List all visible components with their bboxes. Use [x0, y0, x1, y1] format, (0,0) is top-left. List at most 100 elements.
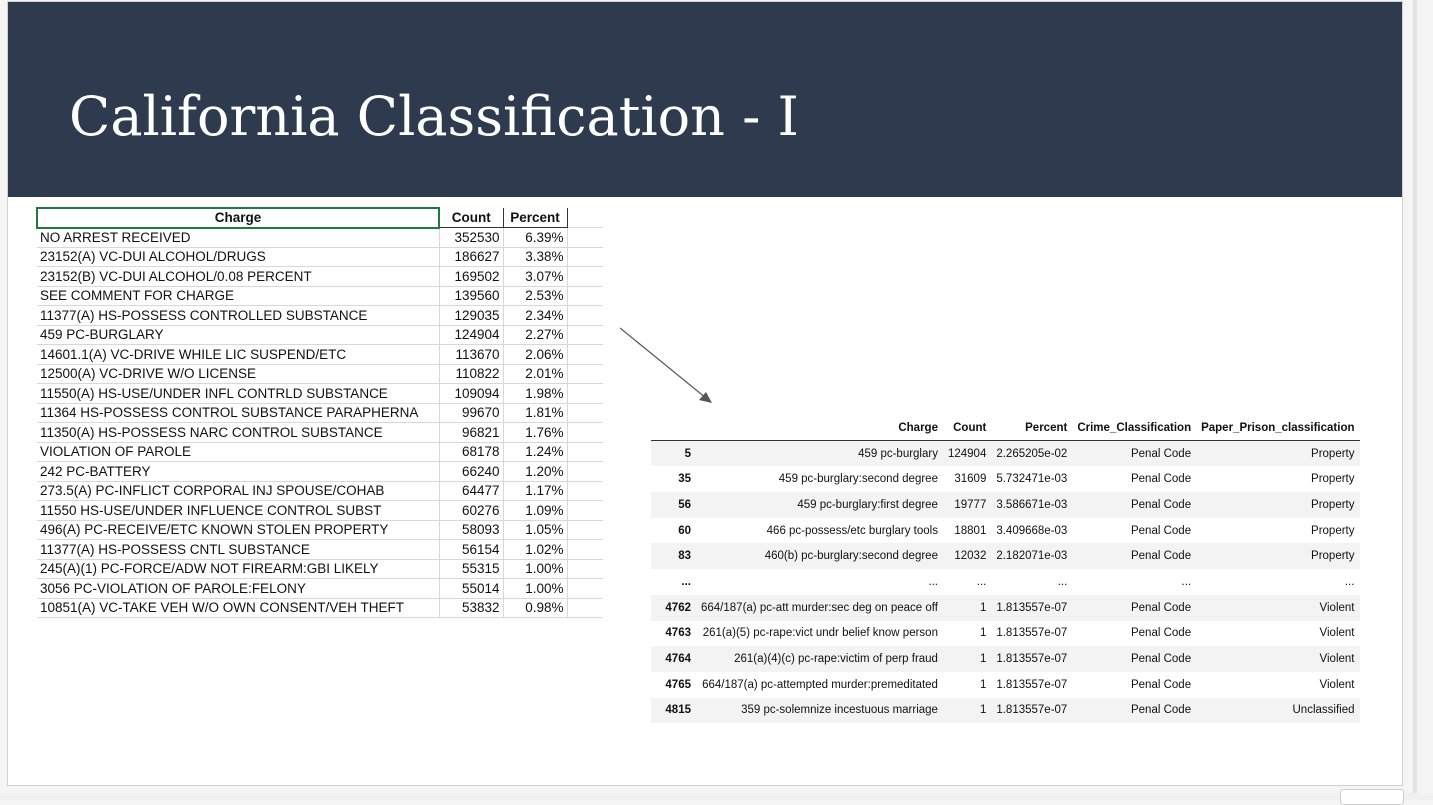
excel-cell-percent[interactable]: 1.20% [503, 461, 568, 482]
pandas-cell-percent: 1.813557e-07 [996, 653, 1068, 666]
excel-cell-count[interactable]: 169502 [439, 266, 504, 287]
excel-cell-charge[interactable]: 11550 HS-USE/UNDER INFLUENCE CONTROL SUB… [37, 500, 440, 521]
excel-cell-percent[interactable]: 1.00% [503, 559, 568, 579]
bottom-toolbar [0, 793, 1433, 800]
excel-cell-count[interactable]: 66240 [439, 461, 504, 482]
pandas-cell-crime-classification: ... [1181, 575, 1192, 588]
pandas-header-paper-prison-classification: Paper_Prison_classification [1196, 415, 1360, 442]
excel-cell-percent[interactable]: 0.98% [503, 598, 568, 618]
excel-cell-count[interactable]: 186627 [439, 247, 504, 267]
excel-empty-cell[interactable] [567, 305, 603, 326]
excel-empty-cell[interactable] [567, 383, 603, 404]
excel-cell-charge[interactable]: 242 PC-BATTERY [37, 461, 440, 482]
excel-cell-count[interactable]: 99670 [439, 403, 504, 423]
excel-empty-cell[interactable] [567, 344, 603, 365]
excel-cell-charge[interactable]: 10851(A) VC-TAKE VEH W/O OWN CONSENT/VEH… [37, 598, 440, 618]
excel-cell-percent[interactable]: 1.17% [503, 481, 568, 501]
excel-table-row: VIOLATION OF PAROLE 68178 1.24% [37, 442, 603, 462]
pandas-cell-charge: 459 pc-burglary:first degree [797, 498, 938, 511]
excel-cell-charge[interactable]: NO ARREST RECEIVED [37, 227, 440, 248]
excel-cell-percent[interactable]: 3.07% [503, 266, 568, 287]
excel-cell-count[interactable]: 124904 [439, 325, 504, 345]
pandas-cell-crime-classification: Penal Code [1130, 653, 1192, 666]
excel-table-row: 245(A)(1) PC-FORCE/ADW NOT FIREARM:GBI L… [37, 559, 603, 579]
excel-cell-count[interactable]: 56154 [439, 539, 504, 560]
pandas-table-row: .................. [651, 569, 1360, 595]
pandas-cell-percent: ... [1057, 575, 1068, 588]
excel-cell-count[interactable]: 110822 [439, 364, 504, 384]
excel-empty-cell[interactable] [567, 500, 603, 521]
excel-empty-cell[interactable] [567, 364, 603, 384]
excel-empty-cell[interactable] [567, 422, 603, 443]
excel-cell-percent[interactable]: 2.06% [503, 344, 568, 365]
excel-cell-percent[interactable]: 1.02% [503, 539, 568, 560]
excel-empty-cell[interactable] [567, 247, 603, 267]
excel-empty-cell[interactable] [567, 403, 603, 423]
excel-cell-charge[interactable]: VIOLATION OF PAROLE [37, 442, 440, 462]
pandas-cell-crime-classification: Penal Code [1130, 627, 1192, 640]
excel-cell-percent[interactable]: 1.24% [503, 442, 568, 462]
excel-cell-charge[interactable]: 23152(A) VC-DUI ALCOHOL/DRUGS [37, 247, 440, 267]
excel-cell-charge[interactable]: 14601.1(A) VC-DRIVE WHILE LIC SUSPEND/ET… [37, 344, 440, 365]
excel-empty-cell[interactable] [567, 461, 603, 482]
excel-empty-cell[interactable] [567, 325, 603, 345]
excel-empty-cell[interactable] [567, 559, 603, 579]
excel-cell-charge[interactable]: 11377(A) HS-POSSESS CNTL SUBSTANCE [37, 539, 440, 560]
excel-cell-percent[interactable]: 2.34% [503, 305, 568, 326]
excel-cell-percent[interactable]: 2.27% [503, 325, 568, 345]
pandas-cell-charge: 459 pc-burglary:second degree [778, 473, 938, 486]
excel-cell-count[interactable]: 64477 [439, 481, 504, 501]
excel-cell-charge[interactable]: 273.5(A) PC-INFLICT CORPORAL INJ SPOUSE/… [37, 481, 440, 501]
excel-cell-percent[interactable]: 1.98% [503, 383, 568, 404]
excel-cell-charge[interactable]: 459 PC-BURGLARY [37, 325, 440, 345]
excel-cell-charge[interactable]: 23152(B) VC-DUI ALCOHOL/0.08 PERCENT [37, 266, 440, 287]
excel-cell-count[interactable]: 109094 [439, 383, 504, 404]
excel-cell-percent[interactable]: 1.00% [503, 578, 568, 599]
excel-header-percent[interactable]: Percent [503, 208, 568, 228]
excel-empty-cell[interactable] [567, 442, 603, 462]
excel-cell-percent[interactable]: 2.53% [503, 286, 568, 306]
excel-table-row: 12500(A) VC-DRIVE W/O LICENSE 110822 2.01% [37, 364, 603, 384]
excel-cell-count[interactable]: 139560 [439, 286, 504, 306]
excel-empty-cell[interactable] [567, 598, 603, 618]
excel-cell-count[interactable]: 352530 [439, 227, 504, 248]
arrow-down-right-icon [620, 327, 712, 403]
excel-empty-cell[interactable] [567, 481, 603, 501]
excel-cell-charge[interactable]: 11550(A) HS-USE/UNDER INFL CONTRLD SUBST… [37, 383, 440, 404]
vertical-scrollbar[interactable] [1413, 0, 1417, 800]
excel-cell-percent[interactable]: 1.76% [503, 422, 568, 443]
excel-empty-cell[interactable] [567, 539, 603, 560]
excel-cell-percent[interactable]: 1.81% [503, 403, 568, 423]
excel-cell-percent[interactable]: 3.38% [503, 247, 568, 267]
excel-cell-charge[interactable]: 496(A) PC-RECEIVE/ETC KNOWN STOLEN PROPE… [37, 520, 440, 540]
excel-cell-count[interactable]: 68178 [439, 442, 504, 462]
excel-cell-charge[interactable]: 11377(A) HS-POSSESS CONTROLLED SUBSTANCE [37, 305, 440, 326]
corner-button[interactable] [1340, 789, 1404, 805]
excel-empty-cell[interactable] [567, 520, 603, 540]
excel-cell-charge[interactable]: 3056 PC-VIOLATION OF PAROLE:FELONY [37, 578, 440, 599]
excel-cell-percent[interactable]: 2.01% [503, 364, 568, 384]
excel-cell-count[interactable]: 53832 [439, 598, 504, 618]
excel-cell-charge[interactable]: 12500(A) VC-DRIVE W/O LICENSE [37, 364, 440, 384]
excel-cell-count[interactable]: 129035 [439, 305, 504, 326]
excel-cell-percent[interactable]: 6.39% [503, 227, 568, 248]
excel-header-charge[interactable]: Charge [36, 207, 440, 229]
excel-cell-percent[interactable]: 1.09% [503, 500, 568, 521]
excel-cell-charge[interactable]: 11364 HS-POSSESS CONTROL SUBSTANCE PARAP… [37, 403, 440, 423]
excel-cell-percent[interactable]: 1.05% [503, 520, 568, 540]
excel-cell-count[interactable]: 55014 [439, 578, 504, 599]
excel-empty-cell[interactable] [567, 286, 603, 306]
excel-cell-count[interactable]: 113670 [439, 344, 504, 365]
excel-cell-count[interactable]: 96821 [439, 422, 504, 443]
excel-cell-count[interactable]: 58093 [439, 520, 504, 540]
excel-cell-charge[interactable]: 11350(A) HS-POSSESS NARC CONTROL SUBSTAN… [37, 422, 440, 443]
excel-cell-charge[interactable]: 245(A)(1) PC-FORCE/ADW NOT FIREARM:GBI L… [37, 559, 440, 579]
excel-empty-cell[interactable] [567, 227, 603, 248]
excel-empty-cell[interactable] [567, 208, 603, 228]
excel-cell-count[interactable]: 55315 [439, 559, 504, 579]
excel-empty-cell[interactable] [567, 578, 603, 599]
excel-cell-count[interactable]: 60276 [439, 500, 504, 521]
excel-header-count[interactable]: Count [439, 208, 504, 228]
excel-empty-cell[interactable] [567, 266, 603, 287]
excel-cell-charge[interactable]: SEE COMMENT FOR CHARGE [37, 286, 440, 306]
